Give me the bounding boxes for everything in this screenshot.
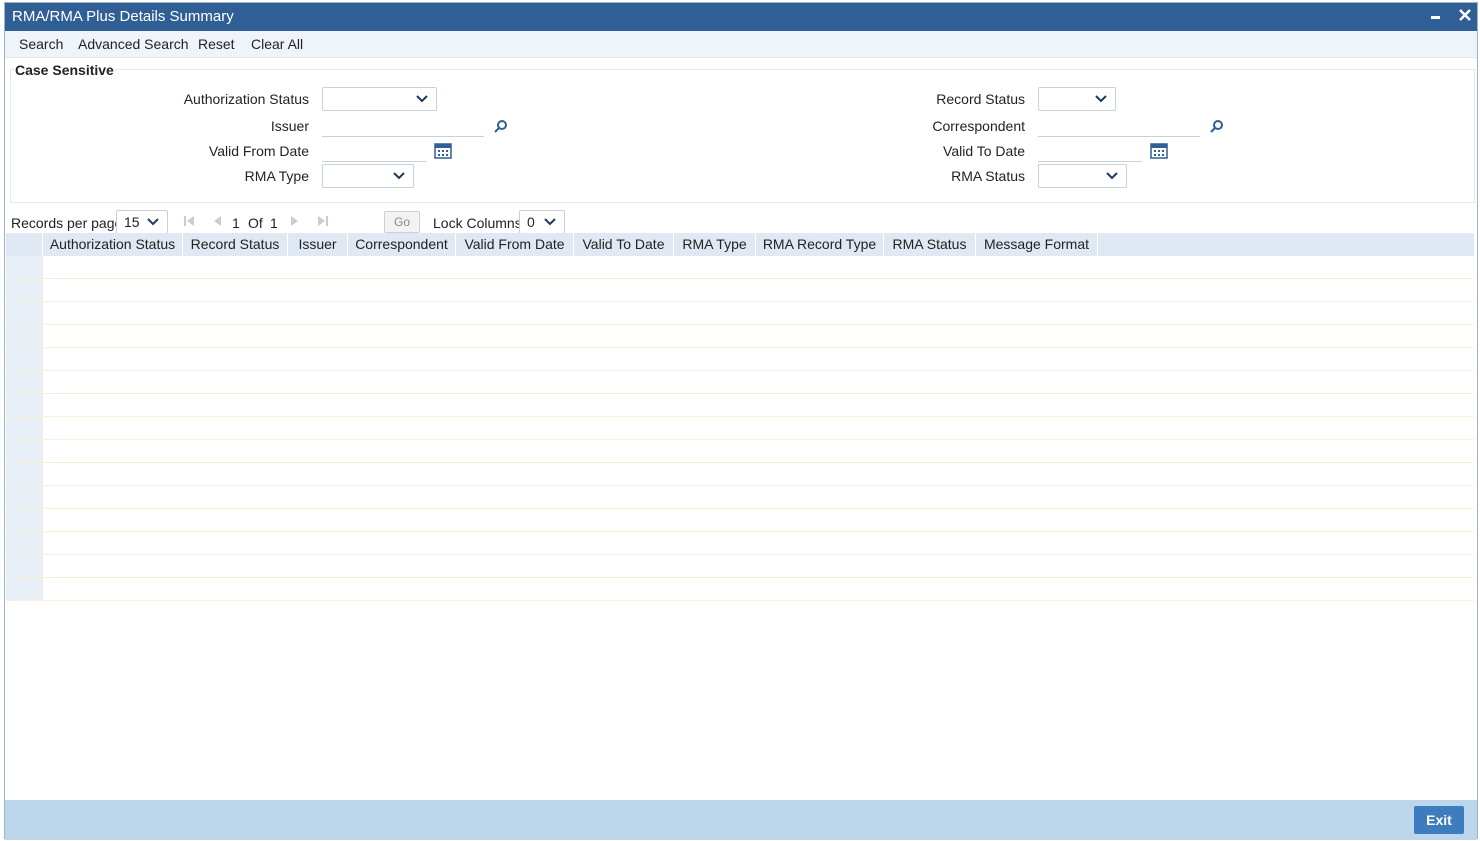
authorization-status-select[interactable] [322, 87, 437, 111]
column-authorization-status[interactable]: Authorization Status [43, 233, 183, 256]
grid-header: Authorization Status Record Status Issue… [6, 233, 1474, 256]
row-selector[interactable] [6, 348, 43, 370]
authorization-status-label: Authorization Status [183, 91, 309, 107]
table-row[interactable] [6, 371, 1474, 394]
table-row[interactable] [6, 348, 1474, 371]
row-selector[interactable] [6, 463, 43, 485]
table-row[interactable] [6, 279, 1474, 302]
row-selector[interactable] [6, 279, 43, 301]
row-selector[interactable] [6, 509, 43, 531]
valid-from-date-label: Valid From Date [208, 143, 309, 159]
window-title: RMA/RMA Plus Details Summary [12, 8, 234, 25]
issuer-label: Issuer [270, 118, 309, 134]
correspondent-label: Correspondent [932, 118, 1025, 134]
chevron-down-icon [1095, 95, 1107, 103]
results-grid: Authorization Status Record Status Issue… [6, 233, 1474, 601]
minimize-icon[interactable] [1425, 6, 1447, 28]
column-message-format[interactable]: Message Format [976, 233, 1098, 256]
advanced-search-button[interactable]: Advanced Search [78, 36, 189, 52]
go-to-page-input[interactable] [341, 211, 381, 234]
select-all-column[interactable] [6, 233, 43, 256]
row-selector[interactable] [6, 532, 43, 554]
title-bar: RMA/RMA Plus Details Summary [5, 3, 1477, 31]
rma-type-label: RMA Type [244, 168, 309, 184]
valid-to-date-input[interactable] [1038, 140, 1142, 162]
chevron-down-icon [1106, 172, 1118, 180]
footer-bar: Exit [5, 800, 1477, 840]
clear-all-button[interactable]: Clear All [251, 36, 303, 52]
column-valid-from-date[interactable]: Valid From Date [456, 233, 574, 256]
table-row[interactable] [6, 325, 1474, 348]
table-row[interactable] [6, 440, 1474, 463]
calendar-icon[interactable] [433, 141, 453, 161]
previous-page-icon[interactable] [209, 213, 225, 229]
column-rma-type[interactable]: RMA Type [674, 233, 756, 256]
pagination-bar: Records per page 15 1 Of 1 Go Lock Colum… [5, 207, 1477, 235]
last-page-icon[interactable] [315, 213, 331, 229]
row-selector[interactable] [6, 325, 43, 347]
first-page-icon[interactable] [181, 213, 197, 229]
of-label: Of [248, 215, 263, 231]
lock-columns-value: 0 [527, 214, 535, 230]
summary-window: RMA/RMA Plus Details Summary Search Adva… [4, 2, 1478, 840]
exit-button[interactable]: Exit [1414, 806, 1464, 834]
current-page: 1 [232, 215, 240, 231]
issuer-input[interactable] [322, 115, 484, 137]
go-button[interactable]: Go [384, 211, 420, 233]
search-criteria-panel [10, 69, 1475, 203]
table-row[interactable] [6, 509, 1474, 532]
table-row[interactable] [6, 302, 1474, 325]
column-rma-status[interactable]: RMA Status [884, 233, 976, 256]
record-status-label: Record Status [936, 91, 1025, 107]
table-row[interactable] [6, 394, 1474, 417]
row-selector[interactable] [6, 371, 43, 393]
row-selector[interactable] [6, 440, 43, 462]
lock-columns-label: Lock Columns [433, 215, 522, 231]
rma-status-select[interactable] [1038, 164, 1127, 188]
valid-from-date-input[interactable] [322, 140, 426, 162]
search-icon[interactable] [1207, 117, 1227, 137]
row-selector[interactable] [6, 486, 43, 508]
table-row[interactable] [6, 578, 1474, 601]
row-selector[interactable] [6, 555, 43, 577]
row-selector[interactable] [6, 417, 43, 439]
total-pages: 1 [270, 215, 278, 231]
rma-status-label: RMA Status [951, 168, 1025, 184]
row-selector[interactable] [6, 578, 43, 600]
rma-type-select[interactable] [322, 164, 414, 188]
correspondent-input[interactable] [1038, 115, 1200, 137]
next-page-icon[interactable] [287, 213, 303, 229]
chevron-down-icon [393, 172, 405, 180]
table-row[interactable] [6, 555, 1474, 578]
row-selector[interactable] [6, 394, 43, 416]
column-rma-record-type[interactable]: RMA Record Type [756, 233, 884, 256]
search-icon[interactable] [491, 117, 511, 137]
valid-to-date-label: Valid To Date [943, 143, 1025, 159]
records-per-page-value: 15 [124, 214, 140, 230]
chevron-down-icon [416, 95, 428, 103]
table-row[interactable] [6, 417, 1474, 440]
reset-button[interactable]: Reset [198, 36, 235, 52]
table-row[interactable] [6, 486, 1474, 509]
column-record-status[interactable]: Record Status [183, 233, 288, 256]
records-per-page-select[interactable]: 15 [116, 210, 168, 234]
calendar-icon[interactable] [1149, 141, 1169, 161]
close-icon[interactable] [1454, 6, 1476, 28]
table-row[interactable] [6, 463, 1474, 486]
search-button[interactable]: Search [19, 36, 63, 52]
chevron-down-icon [544, 218, 556, 226]
column-correspondent[interactable]: Correspondent [348, 233, 456, 256]
row-selector[interactable] [6, 302, 43, 324]
column-issuer[interactable]: Issuer [288, 233, 348, 256]
row-selector[interactable] [6, 256, 43, 278]
record-status-select[interactable] [1038, 87, 1116, 111]
table-row[interactable] [6, 256, 1474, 279]
table-row[interactable] [6, 532, 1474, 555]
records-per-page-label: Records per page [11, 215, 123, 231]
case-sensitive-legend: Case Sensitive [14, 62, 115, 78]
chevron-down-icon [147, 218, 159, 226]
column-valid-to-date[interactable]: Valid To Date [574, 233, 674, 256]
toolbar: Search Advanced Search Reset Clear All [5, 31, 1477, 58]
lock-columns-select[interactable]: 0 [519, 210, 565, 234]
